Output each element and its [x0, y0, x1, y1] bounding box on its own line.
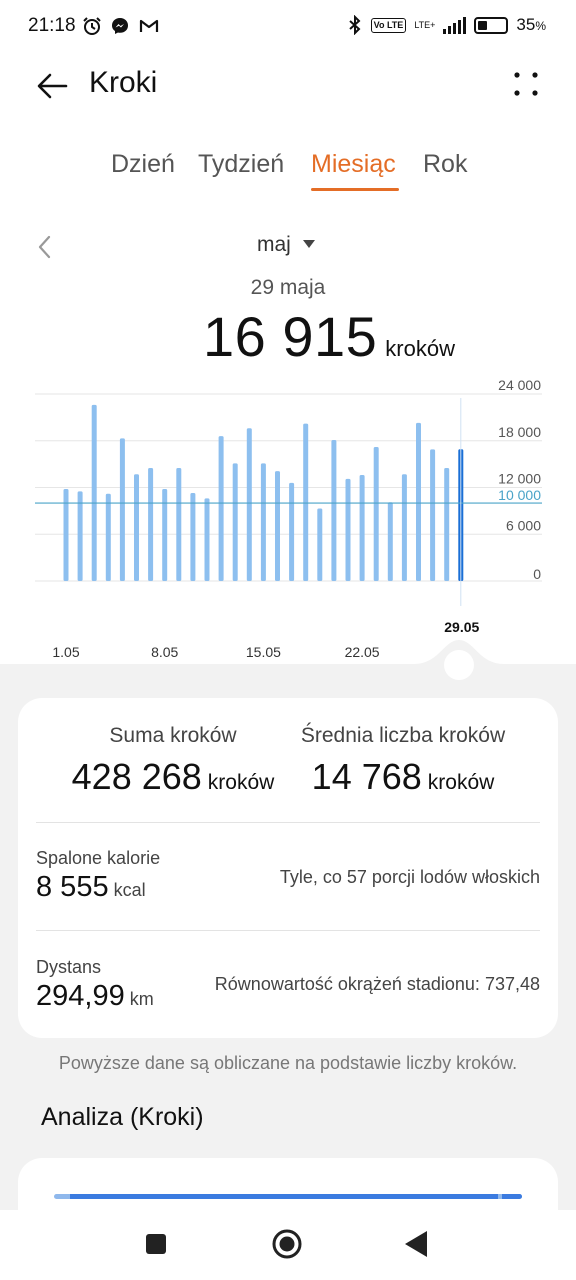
chevron-left-icon[interactable] [36, 234, 54, 260]
signal-icon [443, 16, 467, 34]
y-tick-label: 18 000 [498, 424, 541, 440]
bar [430, 449, 436, 581]
analysis-progress-bar [54, 1194, 522, 1199]
status-left-icons [82, 16, 160, 36]
bar [387, 502, 393, 581]
total-steps-label: Suma kroków [109, 724, 237, 747]
bar [289, 482, 295, 581]
distance-note: Równowartość okrążeń stadionu: 737,48 [214, 974, 540, 994]
system-nav-bar [0, 1210, 576, 1280]
analysis-progress-segment [502, 1194, 522, 1199]
battery-icon [474, 16, 509, 34]
selected-date: 29 maja [250, 276, 326, 299]
divider [36, 930, 540, 931]
bar [373, 446, 379, 581]
x-tick-label: 1.05 [52, 644, 79, 660]
calories-note: Tyle, co 57 porcji lodów włoskich [279, 867, 540, 887]
x-tick-label: 15.05 [246, 644, 281, 660]
battery-percent: 35% [516, 15, 546, 34]
bar [275, 471, 280, 581]
alarm-icon [83, 17, 101, 35]
distance-unit: km [129, 989, 154, 1009]
y-tick-label: 24 000 [498, 377, 541, 393]
chart-cursor-handle[interactable] [414, 640, 504, 680]
bar [317, 508, 323, 581]
bar [119, 438, 125, 581]
status-time: 21:18 [28, 15, 76, 36]
home-circle-icon[interactable] [271, 1228, 303, 1260]
bar [331, 439, 337, 581]
tab-month[interactable]: Miesiąc [311, 150, 396, 179]
bar [134, 474, 139, 581]
steps-bar-chart[interactable]: 24 000 18 000 12 000 6 000 0 10 000 29.05 1.05 8… [0, 370, 576, 670]
selected-steps: 16 915 kroków [203, 304, 455, 369]
period-selector: maj [0, 230, 576, 264]
y-tick-label: 12 000 [498, 471, 541, 487]
calories-label: Spalone kalorie [36, 848, 161, 868]
status-right-icons: Vo LTE LTE+ 35% [347, 15, 546, 35]
bar [246, 428, 252, 581]
bar [148, 468, 154, 581]
bar [444, 468, 450, 581]
tab-year[interactable]: Rok [423, 150, 467, 179]
bar [105, 493, 111, 581]
calories-value: 8 555 [36, 871, 109, 903]
selected-steps-unit: kroków [385, 336, 455, 361]
bar [232, 463, 238, 581]
analysis-title: Analiza (Kroki) [41, 1103, 204, 1131]
bar [260, 463, 266, 581]
tab-day[interactable]: Dzień [111, 150, 175, 179]
bluetooth-icon [348, 15, 361, 35]
analysis-progress-segment [70, 1194, 498, 1199]
bar [77, 491, 83, 581]
app-header: Kroki [0, 58, 576, 118]
bar [345, 478, 351, 581]
more-dots-icon[interactable] [512, 70, 540, 98]
calories-row: Spalone kalorie 8 555 kcal Tyle, co 57 po… [36, 848, 540, 910]
tab-week[interactable]: Tydzień [198, 150, 284, 179]
average-steps-unit: kroków [427, 771, 495, 794]
total-steps-value: 428 268 [71, 756, 202, 797]
bar [204, 498, 210, 581]
selected-steps-value: 16 915 [203, 305, 378, 368]
arrow-left-icon[interactable] [34, 66, 74, 106]
bar [190, 492, 196, 581]
divider [36, 822, 540, 823]
y-tick-label: 0 [533, 566, 541, 582]
tab-indicator [311, 188, 399, 191]
x-tick-label: 8.05 [151, 644, 178, 660]
data-footnote: Powyższe dane są obliczane na podstawie … [58, 1053, 518, 1073]
calories-unit: kcal [113, 880, 146, 900]
volte-icon: Vo LTE [370, 17, 407, 33]
x-tick-label: 22.05 [345, 644, 380, 660]
messenger-icon [112, 18, 128, 34]
selected-date-label: 29.05 [444, 619, 479, 635]
back-triangle-icon[interactable] [405, 1231, 427, 1257]
average-steps-label: Średnia liczba kroków [300, 724, 506, 747]
lte-label: LTE+ [414, 19, 436, 30]
bar [359, 475, 365, 581]
total-steps-unit: kroków [207, 771, 275, 794]
status-bar: 21:18 Vo LTE LTE+ 35% [0, 0, 576, 52]
caret-down-icon[interactable] [303, 240, 315, 248]
bar [416, 422, 421, 581]
average-steps-value: 14 768 [311, 756, 422, 797]
bar [303, 423, 309, 581]
goal-label: 10 000 [498, 487, 541, 503]
y-tick-label: 6 000 [506, 517, 541, 533]
bar [91, 404, 97, 581]
distance-value: 294,99 [36, 980, 125, 1012]
month-dropdown[interactable]: maj [257, 233, 291, 257]
bar [401, 474, 407, 581]
average-steps: Średnia liczba kroków 14 768 kroków [288, 724, 518, 798]
period-tabs: Dzień Tydzień Miesiąc Rok [0, 150, 576, 194]
summary-card: Suma kroków 428 268 kroków Średnia liczba… [18, 698, 558, 1038]
total-steps: Suma kroków 428 268 kroków [68, 724, 278, 798]
gmail-icon [139, 19, 159, 32]
bar [176, 468, 182, 581]
recents-square-icon[interactable] [146, 1234, 166, 1254]
page-title: Kroki [89, 66, 158, 99]
distance-row: Dystans 294,99 km Równowartość okrążeń st… [36, 957, 540, 1019]
bar [218, 436, 224, 581]
